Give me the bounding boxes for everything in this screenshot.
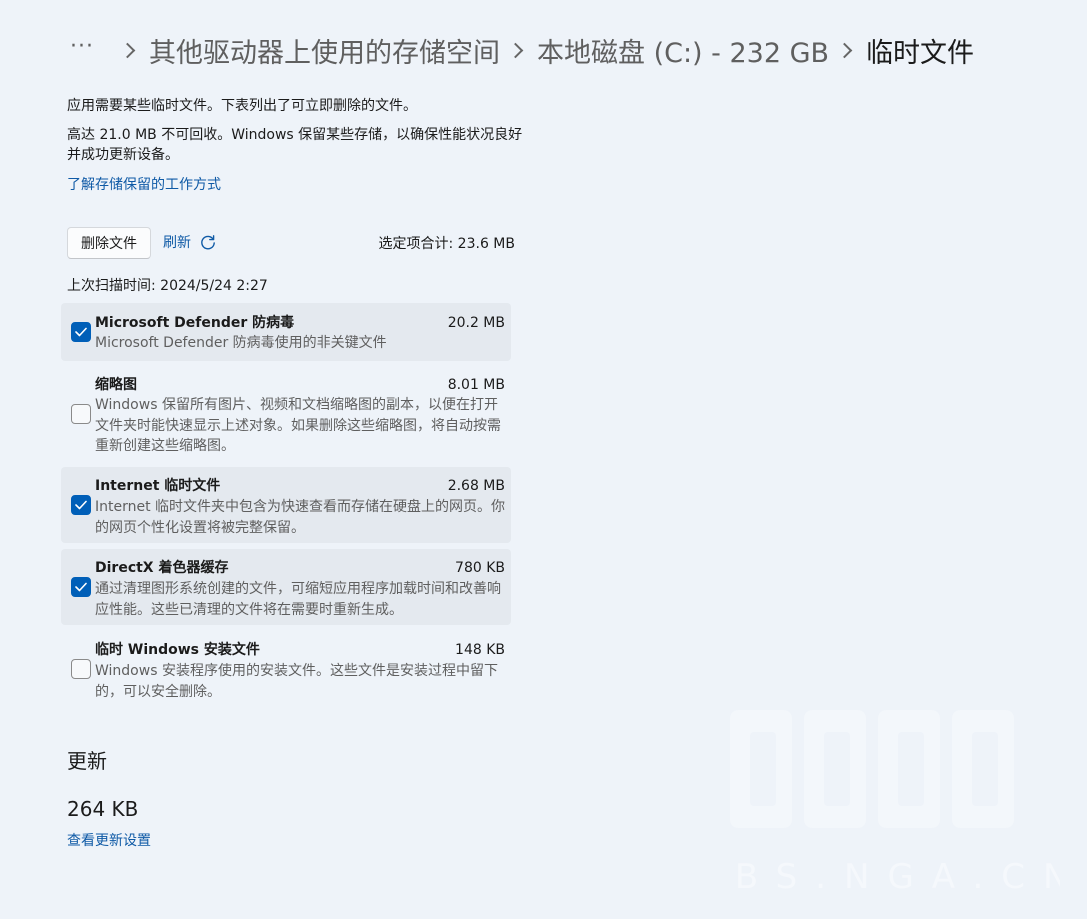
delete-files-button[interactable]: 删除文件 <box>67 227 151 259</box>
learn-reserved-storage-link[interactable]: 了解存储保留的工作方式 <box>67 175 221 195</box>
breadcrumb: ··· 其他驱动器上使用的存储空间 本地磁盘 (C:) - 232 GB 临时文… <box>70 28 974 72</box>
temp-file-list: Microsoft Defender 防病毒 20.2 MB Microsoft… <box>61 303 511 707</box>
file-item-description: Internet 临时文件夹中包含为快速查看而存储在硬盘上的网页。你的网页个性化… <box>95 499 506 536</box>
checkbox-checked-icon[interactable] <box>71 322 91 342</box>
file-item-name: 临时 Windows 安装文件 <box>95 642 260 658</box>
refresh-button[interactable]: 刷新 <box>163 233 217 253</box>
file-item-size: 20.2 MB <box>447 315 505 331</box>
updates-size: 264 KB <box>67 797 139 821</box>
breadcrumb-more-button[interactable]: ··· <box>70 34 94 59</box>
file-item-internet-temp[interactable]: Internet 临时文件 2.68 MB Internet 临时文件夹中包含为… <box>61 467 511 543</box>
chevron-right-icon <box>507 42 524 58</box>
refresh-label: 刷新 <box>163 235 191 251</box>
updates-heading: 更新 <box>67 749 107 773</box>
refresh-icon <box>199 234 217 252</box>
file-item-description: Windows 保留所有图片、视频和文档缩略图的副本，以便在打开文件夹时能快速显… <box>95 397 501 454</box>
file-item-name: DirectX 着色器缓存 <box>95 560 229 576</box>
file-item-description: Windows 安装程序使用的安装文件。这些文件是安装过程中留下的，可以安全删除… <box>95 663 498 700</box>
view-update-settings-link[interactable]: 查看更新设置 <box>67 831 151 851</box>
page-title: 临时文件 <box>866 37 975 69</box>
file-item-description: Microsoft Defender 防病毒使用的非关键文件 <box>95 335 387 351</box>
intro-text: 应用需要某些临时文件。下表列出了可立即删除的文件。 <box>67 98 417 114</box>
file-item-size: 8.01 MB <box>447 377 505 393</box>
file-item-defender[interactable]: Microsoft Defender 防病毒 20.2 MB Microsoft… <box>61 303 511 361</box>
file-item-name: Microsoft Defender 防病毒 <box>95 315 295 331</box>
breadcrumb-item-local-disk[interactable]: 本地磁盘 (C:) - 232 GB <box>537 31 829 70</box>
file-item-directx-cache[interactable]: DirectX 着色器缓存 780 KB 通过清理图形系统创建的文件，可缩短应用… <box>61 549 511 625</box>
file-item-windows-setup[interactable]: 临时 Windows 安装文件 148 KB Windows 安装程序使用的安装… <box>61 631 511 707</box>
selected-total: 选定项合计: 23.6 MB <box>378 236 515 252</box>
last-scan-time: 上次扫描时间: 2024/5/24 2:27 <box>67 278 268 294</box>
file-item-name: 缩略图 <box>95 377 137 393</box>
file-item-thumbnails[interactable]: 缩略图 8.01 MB Windows 保留所有图片、视频和文档缩略图的副本，以… <box>61 367 511 461</box>
chevron-right-icon <box>836 42 853 58</box>
checkbox-unchecked-icon[interactable] <box>71 659 91 679</box>
watermark-text: BBS.NGA.CN <box>720 857 1060 897</box>
file-item-name: Internet 临时文件 <box>95 478 221 494</box>
checkbox-checked-icon[interactable] <box>71 577 91 597</box>
checkbox-unchecked-icon[interactable] <box>71 404 91 424</box>
watermark-logo: BBS.NGA.CN <box>694 690 1068 900</box>
breadcrumb-item-other-drives[interactable]: 其他驱动器上使用的存储空间 <box>149 31 500 70</box>
chevron-right-icon <box>119 42 136 58</box>
file-item-size: 780 KB <box>455 560 505 576</box>
reserved-storage-text: 高达 21.0 MB 不可回收。Windows 保留某些存储，以确保性能状况良好… <box>67 127 523 163</box>
file-item-size: 2.68 MB <box>447 478 505 494</box>
file-item-size: 148 KB <box>455 642 505 658</box>
checkbox-checked-icon[interactable] <box>71 495 91 515</box>
file-item-description: 通过清理图形系统创建的文件，可缩短应用程序加载时间和改善响应性能。这些已清理的文… <box>95 581 501 618</box>
